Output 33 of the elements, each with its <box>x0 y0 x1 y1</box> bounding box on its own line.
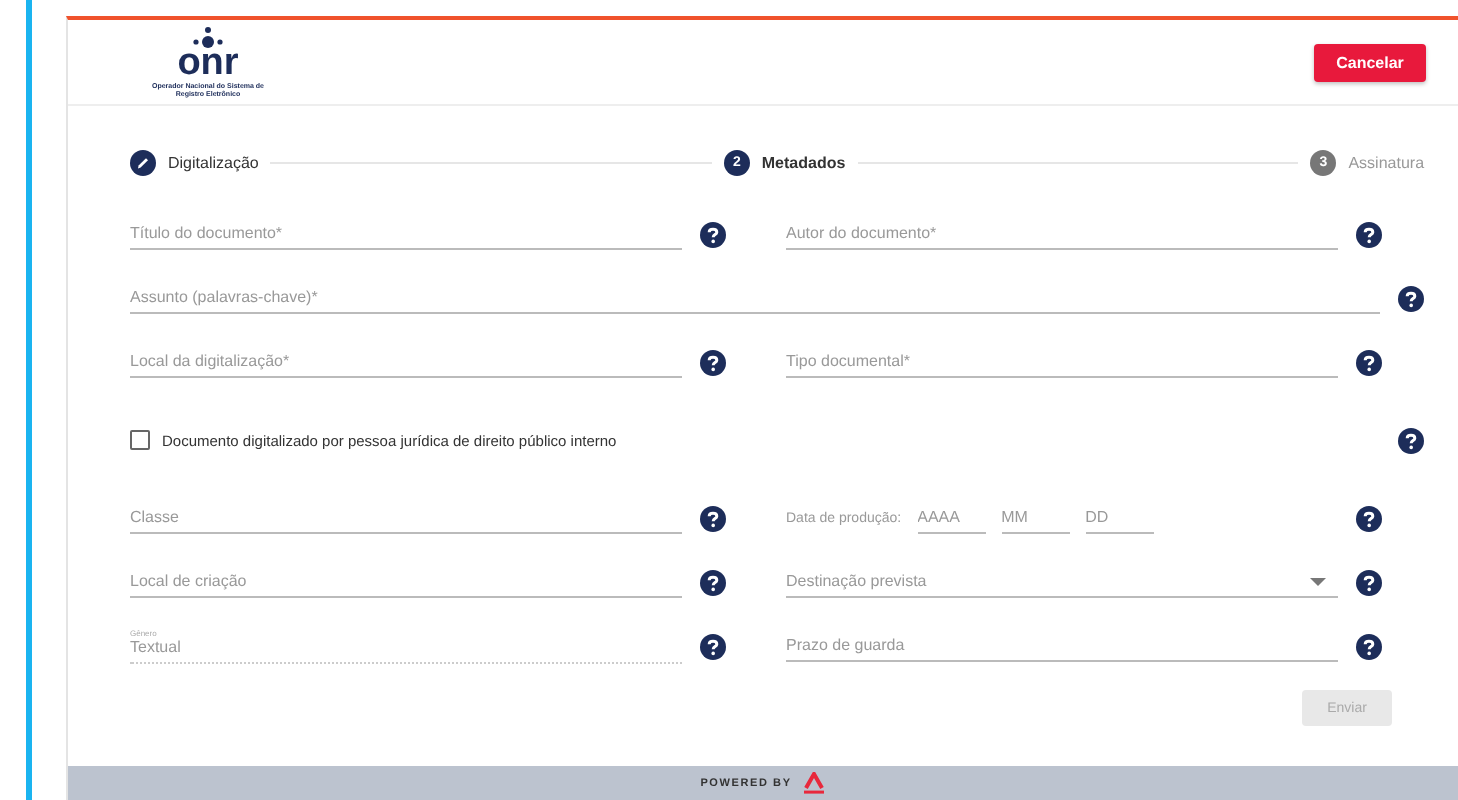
help-icon[interactable] <box>700 505 726 531</box>
logo-icon <box>801 772 826 794</box>
dropdown-icon <box>1310 577 1326 585</box>
text-field[interactable]: Local de criação <box>130 566 682 598</box>
help-icon[interactable] <box>1356 505 1382 531</box>
help-icon[interactable] <box>700 569 726 595</box>
cancel-button[interactable]: Cancelar <box>1314 43 1426 81</box>
text-field[interactable]: Classe <box>130 502 682 534</box>
date-part-field[interactable]: MM <box>1001 502 1070 534</box>
text-field[interactable]: Prazo de guarda <box>786 630 1338 662</box>
help-icon[interactable] <box>1398 285 1424 311</box>
step-label: Assinatura <box>1348 153 1425 171</box>
help-icon[interactable] <box>1398 427 1424 453</box>
text-field[interactable]: Assunto (palavras-chave)* <box>130 282 1380 314</box>
help-icon[interactable] <box>700 349 726 375</box>
step-label: Metadados <box>761 153 846 171</box>
help-icon[interactable] <box>1356 633 1382 659</box>
select-field[interactable]: Destinação prevista <box>786 566 1338 598</box>
step-label: Digitalização <box>168 153 259 171</box>
dots-icon <box>188 26 228 50</box>
text-field[interactable]: Autor do documento* <box>786 218 1338 250</box>
help-icon[interactable] <box>1356 569 1382 595</box>
checkbox[interactable] <box>130 430 150 450</box>
text-field[interactable]: Título do documento* <box>130 218 682 250</box>
help-icon[interactable] <box>700 633 726 659</box>
help-icon[interactable] <box>1356 349 1382 375</box>
date-part-field[interactable]: AAAA <box>917 502 986 534</box>
help-icon[interactable] <box>700 221 726 247</box>
text-field[interactable]: Local da digitalização* <box>130 346 682 378</box>
text-field[interactable]: Tipo documental* <box>786 346 1338 378</box>
date-part-field[interactable]: DD <box>1085 502 1154 534</box>
help-icon[interactable] <box>1356 221 1382 247</box>
logo-text: onr <box>177 50 239 78</box>
